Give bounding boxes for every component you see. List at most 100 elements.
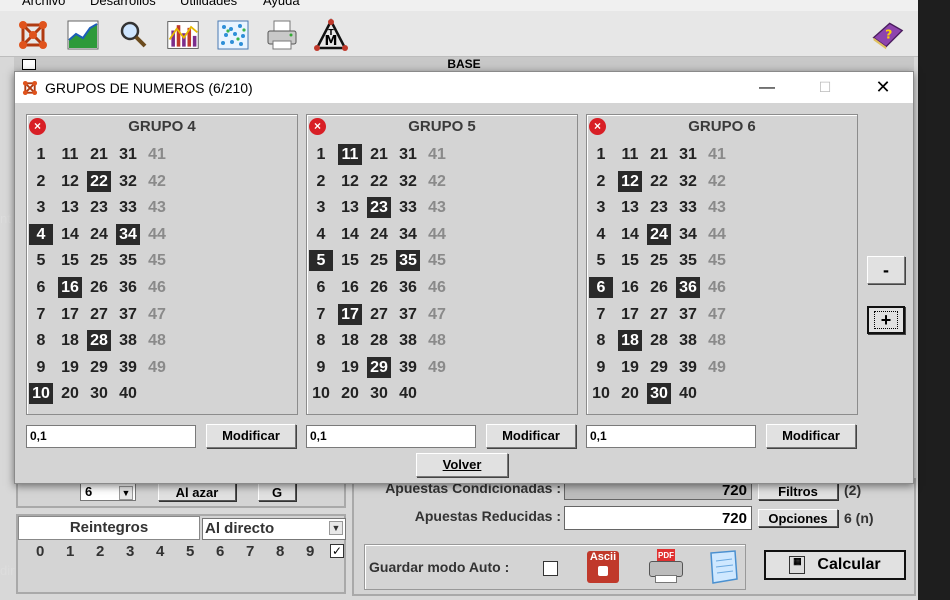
number-cell[interactable]: 20 [618, 383, 642, 404]
number-cell[interactable]: 48 [145, 330, 169, 351]
number-cell[interactable]: 14 [338, 224, 362, 245]
group-value-input[interactable]: 0,1 [26, 425, 196, 448]
number-cell[interactable]: 44 [425, 224, 449, 245]
number-cell[interactable]: 7 [309, 304, 333, 325]
number-cell[interactable]: 7 [589, 304, 613, 325]
number-cell[interactable]: 49 [425, 357, 449, 378]
number-cell[interactable]: 22 [367, 171, 391, 192]
reintegro-digit[interactable]: 6 [216, 543, 224, 560]
number-cell[interactable]: 29 [87, 357, 111, 378]
filtros-button[interactable]: Filtros [758, 482, 838, 500]
number-cell[interactable]: 31 [676, 144, 700, 165]
number-cell[interactable]: 7 [29, 304, 53, 325]
reintegro-digit[interactable]: 8 [276, 543, 284, 560]
number-cell[interactable]: 33 [396, 197, 420, 218]
number-cell[interactable]: 30 [87, 383, 111, 404]
number-cell[interactable]: 27 [647, 304, 671, 325]
number-cell[interactable]: 11 [338, 144, 362, 165]
number-cell[interactable]: 9 [309, 357, 333, 378]
number-cell[interactable]: 32 [676, 171, 700, 192]
count-select[interactable]: 6 ▼ [80, 483, 136, 501]
number-cell[interactable]: 22 [647, 171, 671, 192]
number-cell[interactable]: 25 [647, 250, 671, 271]
number-cell[interactable]: 45 [425, 250, 449, 271]
menu-desarrollos[interactable]: Desarrollos [90, 0, 156, 8]
number-cell[interactable]: 4 [29, 223, 53, 245]
number-cell[interactable]: 33 [676, 197, 700, 218]
number-cell[interactable]: 38 [116, 330, 140, 351]
minimize-button[interactable]: — [744, 72, 790, 103]
remove-group-icon[interactable]: × [589, 118, 606, 135]
number-cell[interactable]: 13 [618, 197, 642, 218]
number-cell[interactable]: 34 [116, 223, 140, 245]
number-cell[interactable]: 27 [367, 304, 391, 325]
number-cell[interactable]: 5 [309, 250, 333, 272]
number-cell[interactable]: 26 [647, 277, 671, 298]
number-cell[interactable]: 1 [29, 144, 53, 165]
number-cell[interactable]: 17 [338, 303, 362, 325]
number-cell[interactable]: 31 [116, 144, 140, 165]
number-cell[interactable]: 26 [87, 277, 111, 298]
number-cell[interactable]: 35 [396, 250, 420, 272]
number-cell[interactable]: 49 [705, 357, 729, 378]
number-cell[interactable]: 46 [705, 277, 729, 298]
number-cell[interactable]: 30 [647, 383, 671, 405]
number-cell[interactable]: 9 [29, 357, 53, 378]
number-cell[interactable]: 44 [705, 224, 729, 245]
number-cell[interactable]: 4 [589, 224, 613, 245]
group-value-input[interactable]: 0,1 [586, 425, 756, 448]
number-cell[interactable]: 35 [116, 250, 140, 271]
reintegro-digit[interactable]: 5 [186, 543, 194, 560]
number-cell[interactable]: 14 [58, 224, 82, 245]
number-cell[interactable]: 46 [425, 277, 449, 298]
number-cell[interactable]: 10 [309, 383, 333, 404]
number-cell[interactable]: 12 [338, 171, 362, 192]
number-cell[interactable]: 19 [58, 357, 82, 378]
number-cell[interactable]: 29 [647, 357, 671, 378]
number-cell[interactable]: 26 [367, 277, 391, 298]
number-cell[interactable]: 8 [589, 330, 613, 351]
number-cell[interactable]: 37 [396, 304, 420, 325]
number-cell[interactable]: 45 [145, 250, 169, 271]
number-cell[interactable]: 17 [58, 304, 82, 325]
number-cell[interactable]: 42 [425, 171, 449, 192]
number-cell[interactable]: 39 [396, 357, 420, 378]
ascii-export-icon[interactable]: Ascii [587, 551, 619, 583]
opciones-button[interactable]: Opciones [758, 509, 838, 527]
number-cell[interactable]: 37 [116, 304, 140, 325]
number-cell[interactable]: 48 [425, 330, 449, 351]
number-cell[interactable]: 24 [87, 224, 111, 245]
guardar-checkbox[interactable] [543, 561, 558, 576]
number-cell[interactable]: 28 [647, 330, 671, 351]
number-cell[interactable]: 15 [58, 250, 82, 271]
number-cell[interactable]: 27 [87, 304, 111, 325]
number-cell[interactable]: 15 [338, 250, 362, 271]
number-cell[interactable]: 12 [58, 171, 82, 192]
number-cell[interactable]: 28 [87, 330, 111, 352]
number-cell[interactable]: 5 [29, 250, 53, 271]
number-cell[interactable]: 47 [145, 304, 169, 325]
reintegro-digit[interactable]: 9 [306, 543, 314, 560]
number-cell[interactable]: 21 [647, 144, 671, 165]
number-cell[interactable]: 32 [396, 171, 420, 192]
modificar-button[interactable]: Modificar [206, 424, 296, 448]
group-value-input[interactable]: 0,1 [306, 425, 476, 448]
number-cell[interactable]: 15 [618, 250, 642, 271]
tm-logo-icon[interactable]: MT [314, 18, 348, 52]
al-directo-select[interactable]: Al directo ▼ [202, 518, 346, 540]
number-cell[interactable]: 2 [589, 171, 613, 192]
network-icon[interactable] [16, 18, 50, 52]
number-cell[interactable]: 44 [145, 224, 169, 245]
number-cell[interactable]: 2 [309, 171, 333, 192]
number-cell[interactable]: 19 [618, 357, 642, 378]
number-cell[interactable]: 43 [145, 197, 169, 218]
number-cell[interactable]: 20 [58, 383, 82, 404]
number-cell[interactable]: 12 [618, 170, 642, 192]
number-cell[interactable]: 3 [29, 197, 53, 218]
number-cell[interactable]: 43 [705, 197, 729, 218]
calcular-button[interactable]: ▦ Calcular [764, 550, 906, 580]
number-cell[interactable]: 23 [367, 197, 391, 219]
number-cell[interactable]: 33 [116, 197, 140, 218]
number-cell[interactable]: 30 [367, 383, 391, 404]
number-cell[interactable]: 36 [116, 277, 140, 298]
